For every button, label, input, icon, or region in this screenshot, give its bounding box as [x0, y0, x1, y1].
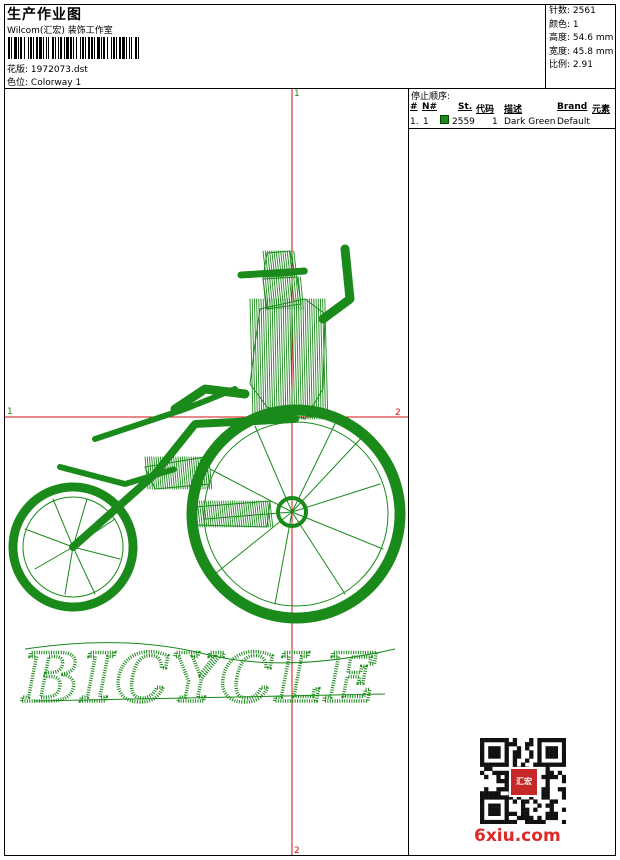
stat-height: 高度: 54.6 mm [549, 33, 614, 43]
stop-table-divider [408, 128, 616, 129]
col-code: 代码 [476, 105, 495, 115]
studio-name: Wilcom(汇宏) 装饰工作室 [7, 26, 113, 36]
rider-hat-brim [237, 267, 309, 279]
row-description: Dark Green [504, 117, 556, 127]
design-field: 花版: 1972073.dst [7, 62, 88, 75]
axis-label-bottom: 2 [294, 846, 300, 855]
axis-label-top: 1 [294, 89, 300, 99]
stat-scale: 比例: 2.91 [549, 60, 593, 70]
page-title: 生产作业图 [7, 7, 82, 23]
satin-stitch-fill [249, 298, 329, 420]
axis-label-right: 2 [395, 408, 401, 418]
row-code: 1 [492, 117, 498, 127]
stop-sequence-title: 停止顺序: [411, 92, 451, 102]
stat-stitches: 针数: 2561 [549, 6, 596, 16]
stat-width: 宽度: 45.8 mm [549, 46, 614, 57]
design-value: 1972073.dst [30, 65, 88, 75]
col-stitches: St. [458, 102, 473, 112]
rider-arm [318, 244, 355, 324]
stat-colors: 颜色: 1 [549, 19, 579, 30]
stats-divider [545, 4, 546, 88]
col-hash: # [410, 102, 418, 112]
col-description: 描述 [504, 105, 523, 115]
row-stitches: 2559 [452, 117, 475, 127]
embroidery-word: BICYCLE [21, 639, 378, 717]
col-brand: Brand [557, 102, 588, 112]
site-watermark: 6xiu.com [474, 826, 561, 846]
embroidery-bicycle-rider [8, 244, 406, 624]
col-element: 元素 [592, 105, 611, 115]
colorway-label: 色位: [7, 78, 29, 88]
sidebar-divider [408, 88, 409, 856]
rider-leg [92, 386, 238, 442]
barcode [8, 37, 139, 59]
design-canvas: 1 2 1 2 BICYCLE [5, 89, 408, 855]
row-index: 1. [410, 117, 419, 127]
colorway-value: Colorway 1 [30, 78, 82, 88]
stats-list: 针数: 2561 颜色: 1 高度: 54.6 mm 宽度: 45.8 mm 比… [549, 5, 613, 73]
qr-center-badge: 汇宏 [509, 767, 539, 797]
row-brand: Default [557, 117, 590, 127]
thread-color-swatch [440, 115, 449, 124]
row-number: 1 [423, 117, 429, 127]
colorway-field: 色位: Colorway 1 [7, 75, 81, 88]
col-number: N# [422, 102, 438, 112]
design-label: 花版: [7, 65, 29, 75]
axis-label-left: 1 [7, 407, 13, 417]
